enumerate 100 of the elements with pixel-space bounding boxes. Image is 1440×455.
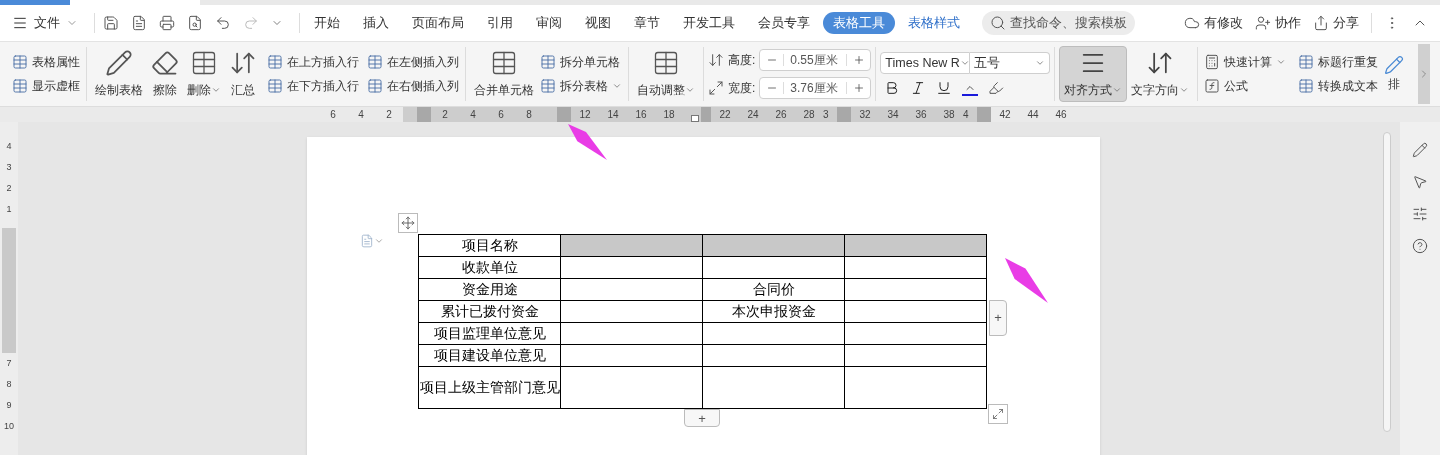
ruler-number: 10 <box>4 420 14 433</box>
ruler-marker[interactable] <box>701 107 711 122</box>
ribbon-tab[interactable]: 开始 <box>304 12 350 34</box>
ribbon-button[interactable]: 在右侧插入列 <box>365 74 461 98</box>
ribbon-tab[interactable]: 表格工具 <box>823 12 895 34</box>
ribbon-tab[interactable]: 视图 <box>575 12 621 34</box>
table-cell[interactable] <box>844 322 987 345</box>
table-cell[interactable]: 项目上级主管部门意见 <box>418 366 561 409</box>
ribbon-button[interactable]: 在下方插入行 <box>265 74 361 98</box>
table-cell[interactable] <box>560 234 703 257</box>
table-cell[interactable]: 项目监理单位意见 <box>418 322 561 345</box>
table-icon <box>652 49 680 77</box>
table-cell[interactable] <box>702 322 845 345</box>
add-column-button[interactable]: + <box>989 300 1007 336</box>
ruler-number: 22 <box>719 108 731 122</box>
ruler-number: 2 <box>442 108 448 122</box>
ribbon-button[interactable]: 表格属性 <box>10 50 82 74</box>
ribbon-button[interactable]: 擦除 <box>147 46 183 102</box>
ruler-number: 28 <box>803 108 815 122</box>
table-cell[interactable] <box>560 366 703 409</box>
ruler-marker[interactable] <box>417 107 431 122</box>
table-cell[interactable]: 收款单位 <box>418 256 561 279</box>
table-cell[interactable]: 项目名称 <box>418 234 561 257</box>
ribbon-button[interactable]: 快速计算 <box>1202 50 1289 74</box>
ribbon-button[interactable]: 拆分单元格 <box>538 50 624 74</box>
table-cell[interactable]: 累计已拨付资金 <box>418 300 561 323</box>
calculator-icon <box>1204 54 1221 70</box>
caret-icon <box>1276 57 1287 67</box>
ruler-number: 24 <box>747 108 759 122</box>
table-cell[interactable] <box>560 322 703 345</box>
ribbon-tab[interactable]: 表格样式 <box>898 12 970 34</box>
table-cell[interactable] <box>844 256 987 279</box>
table-cell[interactable]: 资金用途 <box>418 278 561 301</box>
table-cell[interactable] <box>702 366 845 409</box>
user-plus-icon <box>1255 15 1271 31</box>
caret-icon <box>685 85 695 95</box>
table-cell[interactable] <box>844 278 987 301</box>
search-field[interactable]: 查找命令、搜索模板 <box>982 11 1135 35</box>
ribbon-button[interactable]: 拆分表格 <box>538 74 624 98</box>
table-cell[interactable]: 本次申报资金 <box>702 300 845 323</box>
ribbon-tab[interactable]: 审阅 <box>526 12 572 34</box>
ribbon-button[interactable]: 汇总 <box>225 46 261 102</box>
ribbon-button[interactable]: 公式 <box>1202 74 1289 98</box>
ruler-number: 4 <box>358 108 364 122</box>
table-icon <box>190 49 218 77</box>
scrollbar-thumb[interactable] <box>1383 132 1391 432</box>
pointer-icon <box>1412 174 1428 190</box>
table-cell[interactable] <box>560 256 703 279</box>
ruler-marker[interactable] <box>977 107 991 122</box>
table-cell[interactable] <box>844 300 987 323</box>
table-cell[interactable] <box>702 344 845 367</box>
table-cell[interactable] <box>844 234 987 257</box>
ruler-number: 46 <box>1055 108 1067 122</box>
ruler-marker[interactable] <box>557 107 571 122</box>
ribbon-tab[interactable]: 页面布局 <box>402 12 474 34</box>
table-cell[interactable] <box>560 300 703 323</box>
table-cell[interactable]: 合同价 <box>702 278 845 301</box>
table-cell[interactable]: 项目建设单位意见 <box>418 344 561 367</box>
resize-handle[interactable] <box>988 404 1008 424</box>
ruler-number: 12 <box>579 108 591 122</box>
indent-marker[interactable] <box>691 115 699 122</box>
table-cell[interactable] <box>702 256 845 279</box>
font-size-select[interactable]: 五号 <box>970 52 1051 74</box>
toolbar-button[interactable]: 有修改 <box>1184 13 1243 33</box>
ribbon-button[interactable]: 绘制表格 <box>91 46 147 102</box>
file-menu[interactable]: 文件 <box>12 13 86 33</box>
ribbon-button[interactable]: 删除 <box>183 46 225 102</box>
toolbar-button[interactable]: 分享 <box>1313 13 1359 33</box>
ribbon-button[interactable]: 标题行重复 <box>1296 50 1381 74</box>
ribbon-tab[interactable]: 会员专享 <box>748 12 820 34</box>
table-cell[interactable] <box>560 344 703 367</box>
ribbon-button[interactable]: 在左侧插入列 <box>365 50 461 74</box>
eraser-icon <box>151 49 179 77</box>
ruler-marker[interactable] <box>837 107 851 122</box>
ruler-number: 42 <box>999 108 1011 122</box>
ribbon-tab[interactable]: 章节 <box>624 12 670 34</box>
spin-field[interactable]: 3.76厘米 <box>759 77 872 99</box>
table-cell[interactable] <box>702 234 845 257</box>
ribbon-button[interactable]: 转换成文本 <box>1296 74 1381 98</box>
ribbon-label[interactable]: 排 <box>1388 75 1401 93</box>
text-direction-button[interactable]: 文字方向 <box>1127 46 1194 102</box>
add-row-button[interactable]: + <box>684 409 720 427</box>
ribbon-tab[interactable]: 插入 <box>353 12 399 34</box>
highlighter-icon <box>988 80 1005 96</box>
spin-field[interactable]: 0.55厘米 <box>759 49 872 71</box>
autofit-button[interactable]: 自动调整 <box>633 46 699 102</box>
table-icon <box>12 54 28 70</box>
toolbar-button[interactable]: 协作 <box>1255 13 1301 33</box>
merge-cells-button[interactable]: 合并单元格 <box>470 46 538 102</box>
font-select[interactable]: Times New R <box>880 52 971 74</box>
table-cell[interactable] <box>844 366 987 409</box>
table-cell[interactable] <box>560 278 703 301</box>
help-icon <box>1412 238 1428 254</box>
ribbon-button[interactable]: 显示虚框 <box>10 74 82 98</box>
ribbon-button[interactable]: 在上方插入行 <box>265 50 361 74</box>
table-cell[interactable] <box>844 344 987 367</box>
move-handle[interactable] <box>398 213 418 233</box>
align-button[interactable]: 对齐方式 <box>1059 46 1128 102</box>
ribbon-tab[interactable]: 开发工具 <box>673 12 745 34</box>
ribbon-tab[interactable]: 引用 <box>477 12 523 34</box>
